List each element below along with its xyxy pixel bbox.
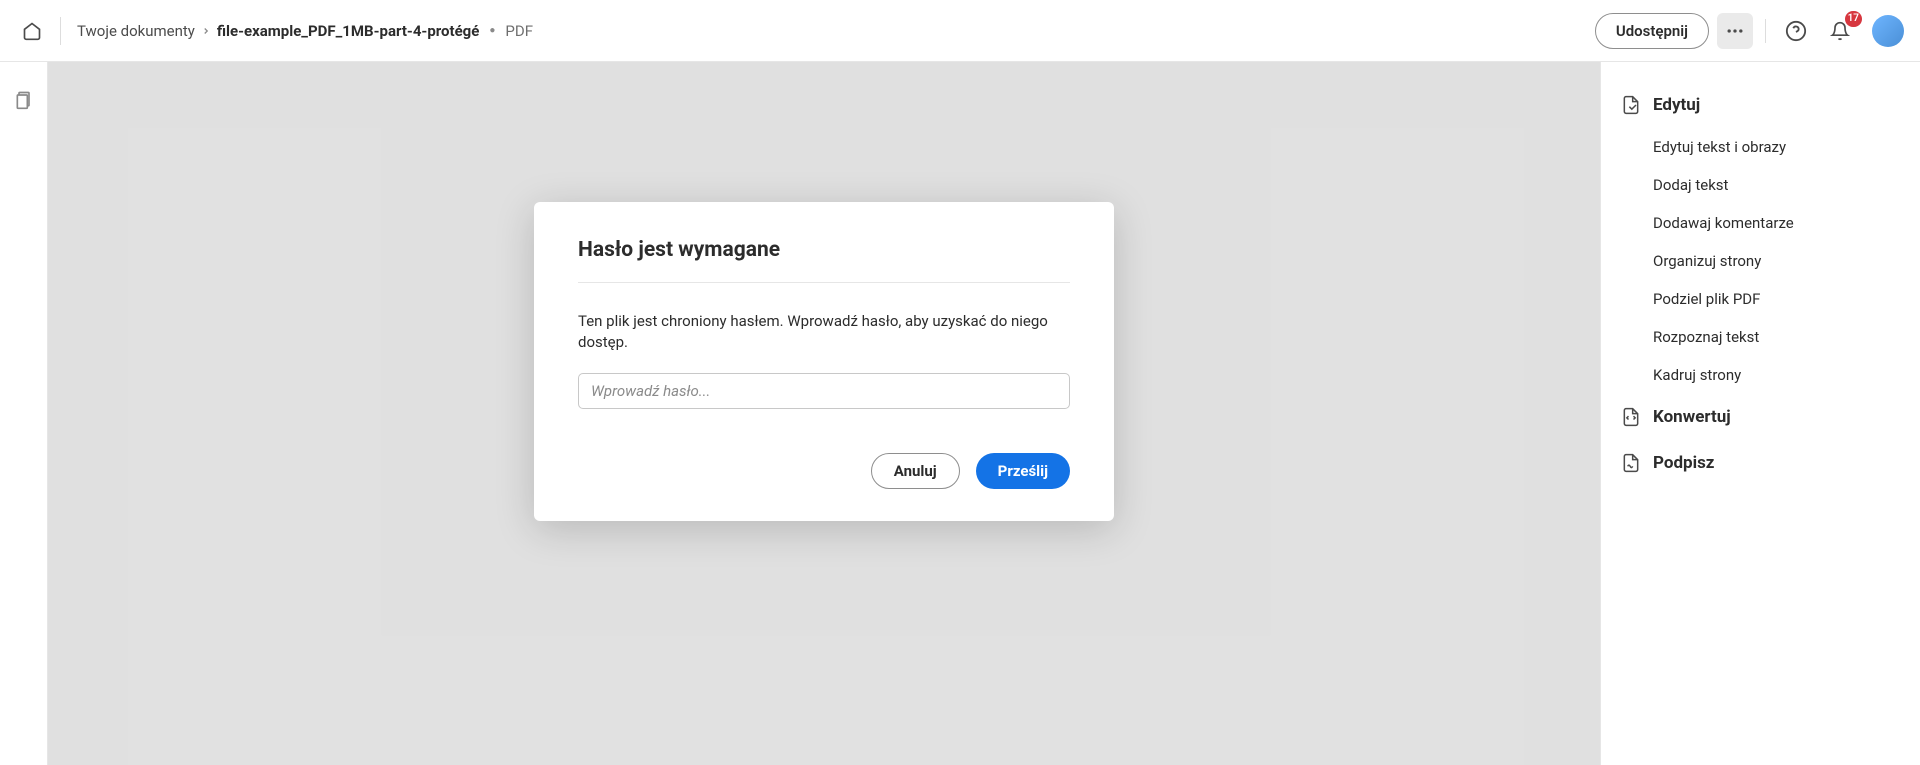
menu-organize-pages[interactable]: Organizuj strony <box>1601 242 1920 280</box>
help-button[interactable] <box>1778 13 1814 49</box>
modal-title: Hasło jest wymagane <box>578 238 1070 283</box>
menu-recognize-text[interactable]: Rozpoznaj tekst <box>1601 318 1920 356</box>
right-panel: Edytuj Edytuj tekst i obrazy Dodaj tekst… <box>1600 62 1920 765</box>
edit-pdf-icon <box>1621 94 1641 116</box>
chevron-right-icon <box>201 22 211 40</box>
breadcrumb-root[interactable]: Twoje dokumenty <box>77 22 195 40</box>
help-icon <box>1785 20 1807 42</box>
notifications-button[interactable]: 17 <box>1822 13 1858 49</box>
password-modal: Hasło jest wymagane Ten plik jest chroni… <box>534 202 1114 521</box>
separator-dot: ● <box>489 25 495 36</box>
breadcrumb: Twoje dokumenty file-example_PDF_1MB-par… <box>77 22 533 40</box>
home-icon <box>22 21 42 41</box>
document-viewport: Hasło jest wymagane Ten plik jest chroni… <box>48 62 1600 765</box>
menu-add-comments[interactable]: Dodawaj komentarze <box>1601 204 1920 242</box>
menu-edit-text-images[interactable]: Edytuj tekst i obrazy <box>1601 128 1920 166</box>
menu-crop-pages[interactable]: Kadruj strony <box>1601 356 1920 394</box>
main: Hasło jest wymagane Ten plik jest chroni… <box>0 62 1920 765</box>
notification-badge: 17 <box>1845 11 1862 27</box>
password-input[interactable] <box>578 373 1070 409</box>
document-name: file-example_PDF_1MB-part-4-protégé <box>217 22 479 40</box>
modal-body-text: Ten plik jest chroniony hasłem. Wprowadź… <box>578 311 1070 353</box>
cancel-button[interactable]: Anuluj <box>871 453 960 489</box>
section-convert[interactable]: Konwertuj <box>1601 394 1920 440</box>
thumbnails-button[interactable] <box>6 82 42 118</box>
pages-icon <box>14 89 34 111</box>
divider <box>60 17 61 45</box>
more-horizontal-icon <box>1725 21 1745 41</box>
divider <box>1765 19 1766 43</box>
share-button[interactable]: Udostępnij <box>1595 13 1709 49</box>
modal-actions: Anuluj Prześlij <box>578 453 1070 489</box>
left-toolbar <box>0 62 48 765</box>
modal-overlay: Hasło jest wymagane Ten plik jest chroni… <box>48 62 1600 765</box>
section-sign[interactable]: Podpisz <box>1601 440 1920 486</box>
sign-icon <box>1621 452 1641 474</box>
file-type-label: PDF <box>505 22 533 40</box>
section-convert-label: Konwertuj <box>1653 407 1731 427</box>
avatar[interactable] <box>1872 15 1904 47</box>
section-edit[interactable]: Edytuj <box>1601 82 1920 128</box>
convert-icon <box>1621 406 1641 428</box>
section-sign-label: Podpisz <box>1653 453 1714 473</box>
home-button[interactable] <box>16 15 48 47</box>
menu-split-pdf[interactable]: Podziel plik PDF <box>1601 280 1920 318</box>
submit-button[interactable]: Prześlij <box>976 453 1070 489</box>
more-options-button[interactable] <box>1717 13 1753 49</box>
topbar-right: Udostępnij 17 <box>1595 13 1904 49</box>
section-edit-label: Edytuj <box>1653 95 1700 115</box>
topbar: Twoje dokumenty file-example_PDF_1MB-par… <box>0 0 1920 62</box>
menu-add-text[interactable]: Dodaj tekst <box>1601 166 1920 204</box>
